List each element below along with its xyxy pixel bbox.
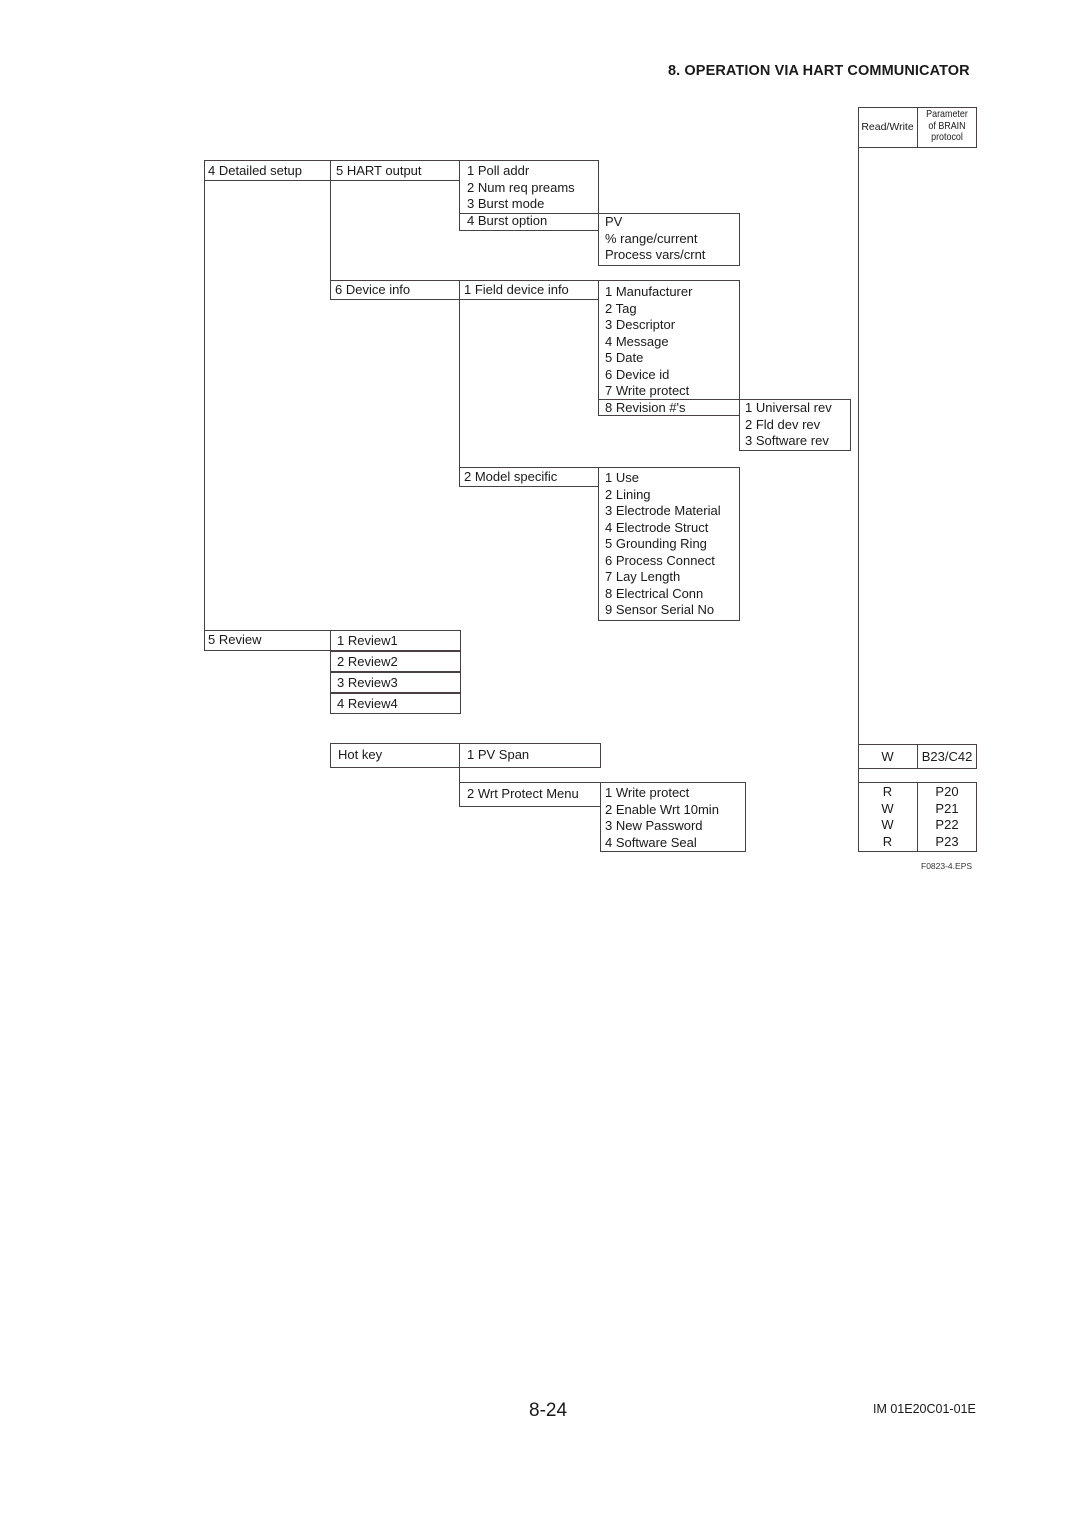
divider (204, 630, 331, 631)
divider (330, 299, 460, 300)
write-protect-param-column: P20 P21 P22 P23 (918, 784, 976, 850)
menu-item-detailed-setup[interactable]: 4 Detailed setup (208, 163, 302, 180)
menu-item-new-password[interactable]: 3 New Password (605, 818, 719, 835)
divider (330, 160, 460, 161)
menu-item-grounding-ring[interactable]: 5 Grounding Ring (605, 536, 721, 553)
menu-item-review1[interactable]: 1 Review1 (337, 633, 398, 650)
rw-cell: R (882, 784, 893, 799)
revision-list: 1 Universal rev 2 Fld dev rev 3 Software… (745, 400, 832, 450)
menu-item-revision[interactable]: 8 Revision #'s (605, 400, 686, 417)
menu-item-pv[interactable]: PV (605, 214, 705, 231)
parameter-header-line: protocol (931, 131, 963, 143)
rw-cell: W (881, 800, 894, 816)
divider (459, 230, 599, 231)
menu-item-manufacturer[interactable]: 1 Manufacturer (605, 284, 692, 301)
menu-item-device-info[interactable]: 6 Device info (335, 282, 410, 299)
rw-cell: W (881, 817, 894, 832)
param-cell: P22 (935, 817, 959, 832)
menu-item-process-vars[interactable]: Process vars/crnt (605, 247, 705, 264)
divider (204, 180, 331, 181)
read-write-header: Read/Write (861, 121, 914, 133)
menu-item-hot-key[interactable]: Hot key (338, 747, 382, 764)
rw-cell: R (882, 833, 893, 849)
menu-item-burst-mode[interactable]: 3 Burst mode (467, 196, 575, 213)
menu-item-electrical-conn[interactable]: 8 Electrical Conn (605, 586, 721, 603)
divider (459, 280, 599, 281)
menu-item-descriptor[interactable]: 3 Descriptor (605, 317, 692, 334)
menu-item-field-device-info[interactable]: 1 Field device info (464, 282, 569, 299)
field-device-info-list: 1 Manufacturer 2 Tag 3 Descriptor 4 Mess… (605, 284, 692, 400)
divider (204, 650, 331, 651)
page-number: 8-24 (529, 1400, 568, 1421)
menu-item-enable-wrt-10min[interactable]: 2 Enable Wrt 10min (605, 802, 719, 819)
menu-item-fld-dev-rev[interactable]: 2 Fld dev rev (745, 417, 832, 434)
divider (459, 806, 601, 807)
menu-item-num-req-preams[interactable]: 2 Num req preams (467, 180, 575, 197)
menu-item-burst-option[interactable]: 4 Burst option (467, 213, 547, 230)
divider (917, 107, 918, 148)
menu-item-electrode-material[interactable]: 3 Electrode Material (605, 503, 721, 520)
menu-item-poll-addr[interactable]: 1 Poll addr (467, 163, 575, 180)
menu-item-message[interactable]: 4 Message (605, 334, 692, 351)
menu-item-write-protect[interactable]: 7 Write protect (605, 383, 692, 400)
menu-item-wrt-protect-menu[interactable]: 2 Wrt Protect Menu (467, 786, 579, 803)
divider (459, 160, 460, 231)
divider (459, 467, 599, 468)
menu-item-device-id[interactable]: 6 Device id (605, 367, 692, 384)
menu-item-use[interactable]: 1 Use (605, 470, 721, 487)
menu-item-date[interactable]: 5 Date (605, 350, 692, 367)
divider (459, 767, 460, 807)
param-cell: P21 (935, 800, 959, 816)
divider (459, 299, 599, 300)
menu-item-lining[interactable]: 2 Lining (605, 487, 721, 504)
write-protect-rw-column: R W W R (858, 784, 917, 850)
menu-item-review[interactable]: 5 Review (208, 632, 261, 649)
menu-item-pv-span[interactable]: 1 PV Span (467, 747, 529, 764)
param-cell: P23 (935, 833, 959, 849)
menu-item-review2[interactable]: 2 Review2 (337, 654, 398, 671)
divider (459, 160, 599, 161)
burst-option-list: PV % range/current Process vars/crnt (605, 214, 705, 264)
divider (330, 160, 331, 300)
divider (204, 160, 331, 161)
document-id: IM 01E20C01-01E (873, 1402, 976, 1416)
menu-item-tag[interactable]: 2 Tag (605, 301, 692, 318)
divider (330, 180, 460, 181)
divider (459, 782, 601, 783)
parameter-header-line: Parameter (926, 108, 968, 120)
menu-item-range-current[interactable]: % range/current (605, 231, 705, 248)
menu-item-universal-rev[interactable]: 1 Universal rev (745, 400, 832, 417)
parameter-header: Parameter of BRAIN protocol (922, 108, 971, 144)
divider (204, 160, 205, 650)
divider (598, 160, 599, 214)
menu-item-software-seal[interactable]: 4 Software Seal (605, 835, 719, 852)
menu-item-review4[interactable]: 4 Review4 (337, 696, 398, 713)
param-cell: P20 (935, 784, 959, 799)
menu-item-lay-length[interactable]: 7 Lay Length (605, 569, 721, 586)
figure-id: F0823-4.EPS (921, 861, 973, 871)
menu-item-electrode-struct[interactable]: 4 Electrode Struct (605, 520, 721, 537)
menu-item-process-connect[interactable]: 6 Process Connect (605, 553, 721, 570)
pv-span-param: B23/C42 (921, 749, 973, 764)
menu-item-model-specific[interactable]: 2 Model specific (464, 469, 557, 486)
menu-item-review3[interactable]: 3 Review3 (337, 675, 398, 692)
menu-item-write-protect-toggle[interactable]: 1 Write protect (605, 785, 719, 802)
hart-output-list: 1 Poll addr 2 Num req preams 3 Burst mod… (467, 163, 575, 213)
wrt-protect-list: 1 Write protect 2 Enable Wrt 10min 3 New… (605, 785, 719, 851)
pv-span-rw: W (881, 749, 894, 764)
section-title: 8. OPERATION VIA HART COMMUNICATOR (668, 63, 970, 79)
divider (330, 280, 460, 281)
menu-item-sensor-serial-no[interactable]: 9 Sensor Serial No (605, 602, 721, 619)
divider (459, 486, 599, 487)
menu-item-hart-output[interactable]: 5 HART output (336, 163, 422, 180)
model-specific-list: 1 Use 2 Lining 3 Electrode Material 4 El… (605, 470, 721, 619)
divider (459, 280, 460, 487)
menu-item-software-rev[interactable]: 3 Software rev (745, 433, 832, 450)
